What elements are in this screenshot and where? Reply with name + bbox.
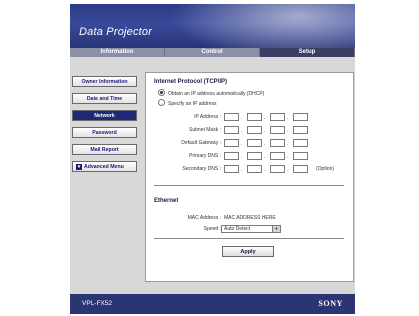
- primary-dns-octet-3[interactable]: [270, 152, 285, 160]
- secondary-dns-octet-1[interactable]: [224, 165, 239, 173]
- sidebar-item-owner-information[interactable]: Owner Information: [72, 76, 137, 87]
- section-divider: [154, 185, 344, 186]
- default-gateway-octet-1[interactable]: [224, 139, 239, 147]
- subnet-mask-octet-2[interactable]: [247, 126, 262, 134]
- ip-address-octet-4[interactable]: [293, 113, 308, 121]
- dhcp-radio-label: Obtain an IP address automatically (DHCP…: [168, 90, 265, 97]
- speed-label: Speed :: [203, 226, 221, 232]
- banner-swoosh: [160, 4, 355, 48]
- subnet-mask-row: Subnet Mask : . . .: [146, 126, 353, 135]
- optional-note: (Option): [316, 166, 335, 172]
- secondary-dns-octet-2[interactable]: [247, 165, 262, 173]
- subnet-mask-octet-1[interactable]: [224, 126, 239, 134]
- dhcp-radio-row[interactable]: Obtain an IP address automatically (DHCP…: [158, 89, 265, 97]
- sidebar-item-advanced-menu[interactable]: ▾ Advanced Menu: [72, 161, 137, 172]
- sidebar-item-network[interactable]: Network: [72, 110, 137, 121]
- ip-address-label: IP Address :: [194, 114, 221, 120]
- tcpip-section-title: Internet Protocol (TCP/IP): [154, 79, 228, 85]
- default-gateway-row: Default Gateway : . . .: [146, 139, 353, 148]
- header-banner: Data Projector: [70, 4, 355, 48]
- brand-logo: SONY: [318, 299, 343, 308]
- sidebar-item-label: Advanced Menu: [84, 164, 124, 170]
- primary-dns-row: Primary DNS : . . .: [146, 152, 353, 161]
- chevron-down-icon: ▾: [76, 164, 82, 170]
- top-tabs: Information Control Setup: [70, 48, 355, 57]
- secondary-dns-octet-4[interactable]: [293, 165, 308, 173]
- primary-dns-octet-4[interactable]: [293, 152, 308, 160]
- secondary-dns-row: Secondary DNS : . . . (Option): [182, 165, 335, 173]
- subnet-mask-label: Subnet Mask :: [189, 127, 221, 133]
- ip-address-octet-3[interactable]: [270, 113, 285, 121]
- primary-dns-octet-2[interactable]: [247, 152, 262, 160]
- projector-web-frame: Data Projector Information Control Setup…: [70, 4, 355, 314]
- default-gateway-octet-3[interactable]: [270, 139, 285, 147]
- subnet-mask-octet-4[interactable]: [293, 126, 308, 134]
- primary-dns-label: Primary DNS :: [189, 153, 221, 159]
- default-gateway-octet-4[interactable]: [293, 139, 308, 147]
- page-title: Data Projector: [79, 26, 153, 38]
- chevron-down-icon[interactable]: ▼: [272, 226, 280, 232]
- primary-dns-octet-1[interactable]: [224, 152, 239, 160]
- network-settings-panel: Internet Protocol (TCP/IP) Obtain an IP …: [145, 72, 354, 282]
- sidebar-item-date-and-time[interactable]: Date and Time: [72, 93, 137, 104]
- mac-address-label: MAC Address :: [187, 215, 221, 221]
- tab-control[interactable]: Control: [165, 48, 260, 57]
- speed-select-value: Auto Detect: [224, 226, 251, 232]
- speed-select[interactable]: Auto Detect ▼: [221, 225, 281, 233]
- tab-information[interactable]: Information: [70, 48, 165, 57]
- default-gateway-label: Default Gateway :: [181, 140, 221, 146]
- apply-button[interactable]: Apply: [222, 246, 274, 257]
- footer-bar: VPL-FX52 SONY: [70, 294, 355, 314]
- default-gateway-octet-2[interactable]: [247, 139, 262, 147]
- manual-ip-radio[interactable]: [158, 99, 165, 106]
- ethernet-section-title: Ethernet: [154, 198, 179, 204]
- manual-ip-radio-row[interactable]: Specify an IP address: [158, 99, 217, 107]
- manual-ip-radio-label: Specify an IP address: [168, 100, 217, 107]
- mac-address-value: MAC ADDRESS HERE: [224, 215, 276, 221]
- sidebar: Owner Information Date and Time Network …: [72, 76, 137, 178]
- sidebar-item-password[interactable]: Password: [72, 127, 137, 138]
- secondary-dns-octet-3[interactable]: [270, 165, 285, 173]
- ip-address-octet-1[interactable]: [224, 113, 239, 121]
- section-divider: [154, 238, 344, 239]
- ip-address-octet-2[interactable]: [247, 113, 262, 121]
- tab-setup[interactable]: Setup: [260, 48, 355, 57]
- speed-row: Speed : Auto Detect ▼: [146, 225, 353, 234]
- subnet-mask-octet-3[interactable]: [270, 126, 285, 134]
- sidebar-item-mail-report[interactable]: Mail Report: [72, 144, 137, 155]
- dhcp-radio[interactable]: [158, 89, 165, 96]
- model-name: VPL-FX52: [82, 300, 112, 307]
- ip-address-row: IP Address : . . .: [146, 113, 353, 122]
- secondary-dns-label: Secondary DNS :: [182, 166, 221, 172]
